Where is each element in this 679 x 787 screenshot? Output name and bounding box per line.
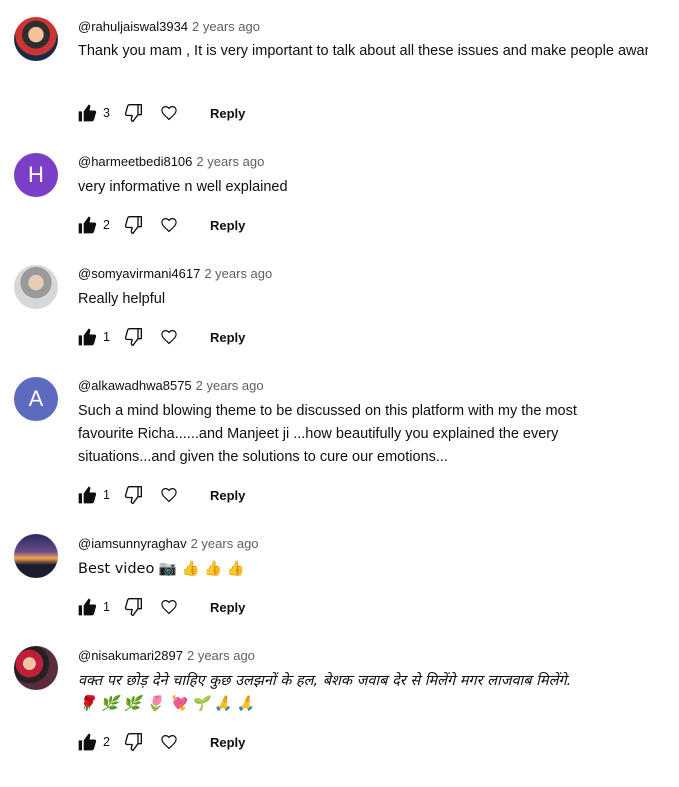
author-name[interactable]: @rahuljaiswal3934 (78, 19, 188, 34)
heart-icon[interactable] (158, 484, 180, 506)
comment-text: Really helpful (78, 291, 166, 307)
avatar[interactable] (14, 17, 58, 61)
comment-time[interactable]: 2 years ago (204, 266, 272, 281)
reply-button[interactable]: Reply (210, 218, 245, 233)
author-name[interactable]: @somyavirmani4617 (78, 266, 200, 281)
thumbs-up-icon[interactable] (76, 731, 98, 753)
comment-header: @harmeetbedi8106 2 years ago (78, 154, 264, 169)
comment-actions: 3 Reply (76, 101, 245, 125)
like-count: 2 (103, 218, 110, 232)
avatar[interactable] (14, 265, 58, 309)
thumbs-up-icon[interactable] (76, 102, 98, 124)
comment-header: @iamsunnyraghav 2 years ago (78, 536, 259, 551)
comment-text: Best video 📷 👍 👍 👍 (78, 561, 245, 577)
thumbs-down-icon[interactable] (122, 214, 144, 236)
reply-button[interactable]: Reply (210, 106, 245, 121)
reply-button[interactable]: Reply (210, 600, 245, 615)
avatar[interactable] (14, 534, 58, 578)
heart-icon[interactable] (158, 731, 180, 753)
thumbs-up-icon[interactable] (76, 596, 98, 618)
comment-time[interactable]: 2 years ago (191, 536, 259, 551)
comment-actions: 2 Reply (76, 213, 245, 237)
comment-text: Thank you mam , It is very important to … (78, 43, 648, 59)
avatar[interactable]: H (14, 153, 58, 197)
thumbs-down-icon[interactable] (122, 102, 144, 124)
comment-header: @alkawadhwa8575 2 years ago (78, 378, 264, 393)
like-count: 1 (103, 600, 110, 614)
comment-header: @somyavirmani4617 2 years ago (78, 266, 272, 281)
comment-header: @nisakumari2897 2 years ago (78, 648, 255, 663)
comment-header: @rahuljaiswal3934 2 years ago (78, 19, 260, 34)
comment-time[interactable]: 2 years ago (196, 378, 264, 393)
comment-text: Such a mind blowing theme to be discusse… (78, 403, 577, 465)
avatar[interactable] (14, 646, 58, 690)
thumbs-down-icon[interactable] (122, 596, 144, 618)
heart-icon[interactable] (158, 326, 180, 348)
comment-actions: 2 Reply (76, 730, 245, 754)
heart-icon[interactable] (158, 214, 180, 236)
thumbs-up-icon[interactable] (76, 326, 98, 348)
comment-time[interactable]: 2 years ago (196, 154, 264, 169)
reply-button[interactable]: Reply (210, 330, 245, 345)
comment-text: वक्त पर छोड़ देने चाहिए कुछ उलझनों के हल… (78, 673, 572, 712)
author-name[interactable]: @harmeetbedi8106 (78, 154, 192, 169)
reply-button[interactable]: Reply (210, 488, 245, 503)
heart-icon[interactable] (158, 596, 180, 618)
heart-icon[interactable] (158, 102, 180, 124)
thumbs-up-icon[interactable] (76, 484, 98, 506)
like-count: 1 (103, 330, 110, 344)
comment-actions: 1 Reply (76, 595, 245, 619)
comment-actions: 1 Reply (76, 483, 245, 507)
reply-button[interactable]: Reply (210, 735, 245, 750)
like-count: 1 (103, 488, 110, 502)
comment-actions: 1 Reply (76, 325, 245, 349)
like-count: 2 (103, 735, 110, 749)
avatar[interactable]: A (14, 377, 58, 421)
comment-time[interactable]: 2 years ago (192, 19, 260, 34)
thumbs-down-icon[interactable] (122, 731, 144, 753)
author-name[interactable]: @alkawadhwa8575 (78, 378, 192, 393)
comment-text: very informative n well explained (78, 179, 288, 195)
author-name[interactable]: @iamsunnyraghav (78, 536, 187, 551)
thumbs-down-icon[interactable] (122, 484, 144, 506)
thumbs-down-icon[interactable] (122, 326, 144, 348)
like-count: 3 (103, 106, 110, 120)
comment-time[interactable]: 2 years ago (187, 648, 255, 663)
author-name[interactable]: @nisakumari2897 (78, 648, 183, 663)
thumbs-up-icon[interactable] (76, 214, 98, 236)
